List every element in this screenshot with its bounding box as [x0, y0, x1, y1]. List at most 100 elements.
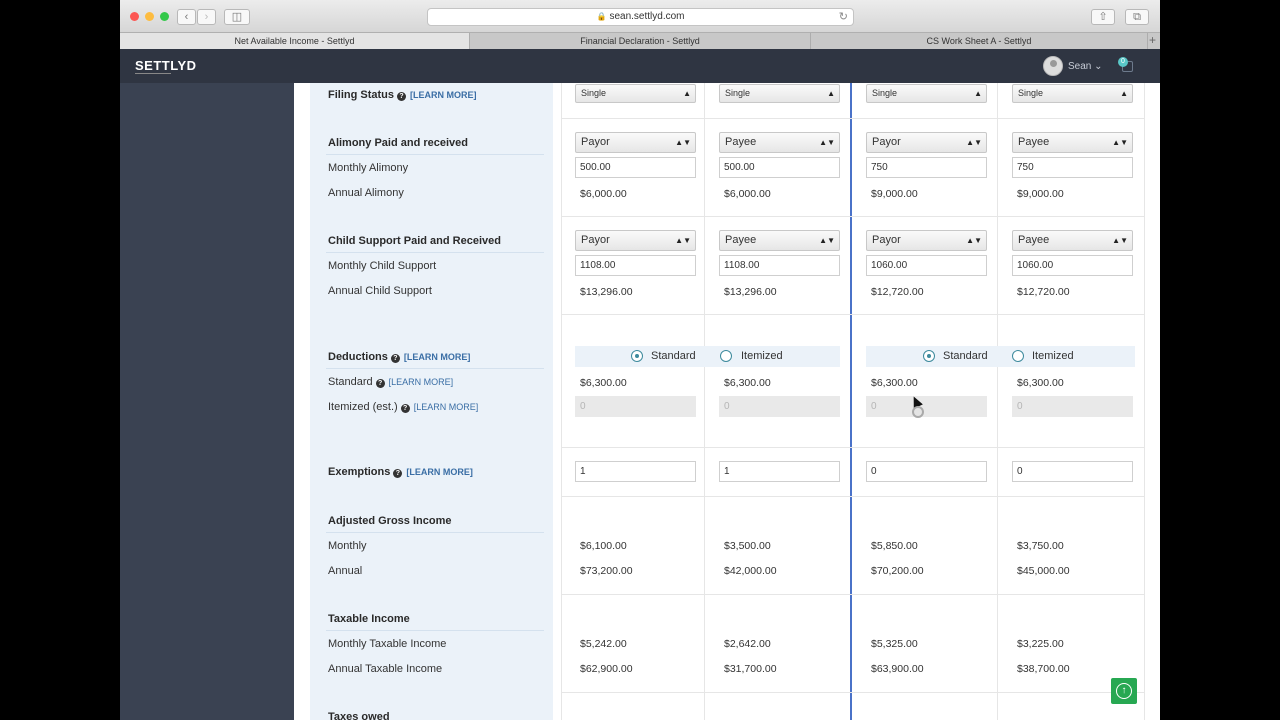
annual-taxable-value: $31,700.00 — [724, 663, 777, 675]
tab-net-available-income[interactable]: Net Available Income - Settlyd — [120, 33, 470, 49]
select-arrows-icon: ▲▼ — [675, 236, 691, 245]
alimony-role-select[interactable]: Payor ▲▼ — [866, 132, 987, 153]
annual-alimony-value: $6,000.00 — [724, 188, 771, 200]
user-name: Sean — [1068, 61, 1092, 72]
not-allowed-cursor-icon — [912, 406, 924, 418]
filing-status-select[interactable]: Single ▲ — [719, 84, 840, 103]
annual-taxable-value: $38,700.00 — [1017, 663, 1070, 675]
itemized-radio[interactable] — [1012, 350, 1024, 362]
itemized-deduction-input[interactable]: 0 — [719, 396, 840, 417]
monthly-child-support-input[interactable]: 1060.00 — [866, 255, 987, 276]
alimony-role-select[interactable]: Payee ▲▼ — [719, 132, 840, 153]
section-underline — [326, 630, 544, 631]
exemptions-input[interactable]: 1 — [575, 461, 696, 482]
standard-deduction-value: $6,300.00 — [580, 377, 627, 389]
section-underline — [326, 154, 544, 155]
maximize-window-button[interactable] — [160, 12, 169, 21]
reload-icon[interactable]: ↻ — [839, 9, 848, 25]
address-bar[interactable]: 🔒 sean.settlyd.com ↻ — [427, 8, 854, 26]
itemized-radio-label[interactable]: Itemized — [1032, 350, 1074, 362]
help-icon[interactable]: ? — [390, 354, 400, 363]
monthly-alimony-input[interactable]: 500.00 — [575, 157, 696, 178]
monthly-child-support-input[interactable]: 1108.00 — [575, 255, 696, 276]
close-window-button[interactable] — [130, 12, 139, 21]
standard-deduction-value: $6,300.00 — [724, 377, 771, 389]
notifications-button[interactable]: 0 — [1118, 57, 1133, 72]
arrow-up-icon: ↑ — [1116, 683, 1132, 699]
child-support-section-title: Child Support Paid and Received — [328, 235, 501, 247]
tab-financial-declaration[interactable]: Financial Declaration - Settlyd — [470, 33, 811, 49]
tabs-overview-icon[interactable]: ⧉ — [1125, 9, 1149, 25]
monthly-alimony-input[interactable]: 750 — [1012, 157, 1133, 178]
agi-monthly-value: $6,100.00 — [580, 540, 627, 552]
itemized-deduction-input[interactable]: 0 — [1012, 396, 1133, 417]
deductions-label: Deductions? [LEARN MORE] — [328, 351, 471, 363]
row-divider — [561, 496, 1144, 497]
child-support-role-select[interactable]: Payor ▲▼ — [575, 230, 696, 251]
child-support-role-select[interactable]: Payor ▲▼ — [866, 230, 987, 251]
back-arrow-icon[interactable]: ‹ — [177, 9, 196, 25]
annual-taxable-label: Annual Taxable Income — [328, 663, 443, 675]
notification-badge: 0 — [1118, 57, 1128, 67]
row-divider — [561, 216, 1144, 217]
alimony-role-select[interactable]: Payor ▲▼ — [575, 132, 696, 153]
select-arrows-icon: ▲ — [827, 89, 835, 98]
agi-section-title: Adjusted Gross Income — [328, 515, 452, 527]
standard-radio-label[interactable]: Standard — [651, 350, 696, 362]
settlyd-logo[interactable]: SETTLYD — [135, 58, 197, 73]
new-tab-icon[interactable]: + — [1149, 33, 1156, 48]
child-support-role-select[interactable]: Payee ▲▼ — [719, 230, 840, 251]
monthly-taxable-label: Monthly Taxable Income — [328, 638, 447, 650]
exemptions-input[interactable]: 1 — [719, 461, 840, 482]
tab-cs-work-sheet[interactable]: CS Work Sheet A - Settlyd — [811, 33, 1148, 49]
standard-deduction-value: $6,300.00 — [1017, 377, 1064, 389]
select-arrows-icon: ▲ — [974, 89, 982, 98]
deduction-type-radio-group: Standard Itemized — [866, 346, 1135, 367]
itemized-radio[interactable] — [720, 350, 732, 362]
help-icon[interactable]: ? — [397, 92, 406, 101]
exemptions-input[interactable]: 0 — [1012, 461, 1133, 482]
filing-status-select[interactable]: Single ▲ — [866, 84, 987, 103]
user-menu[interactable]: Sean ⌄ — [1068, 61, 1103, 72]
monthly-alimony-input[interactable]: 500.00 — [719, 157, 840, 178]
learn-more-link[interactable]: [LEARN MORE] — [389, 377, 454, 387]
avatar[interactable] — [1043, 56, 1063, 76]
standard-radio[interactable] — [631, 350, 643, 362]
learn-more-link[interactable]: [LEARN MORE] — [406, 467, 473, 477]
monthly-child-support-input[interactable]: 1060.00 — [1012, 255, 1133, 276]
learn-more-link[interactable]: [LEARN MORE] — [414, 402, 479, 412]
filing-status-select[interactable]: Single ▲ — [1012, 84, 1133, 103]
monthly-taxable-value: $5,325.00 — [871, 638, 918, 650]
standard-radio[interactable] — [923, 350, 935, 362]
annual-taxable-value: $62,900.00 — [580, 663, 633, 675]
column-divider — [561, 83, 562, 720]
standard-radio-label[interactable]: Standard — [943, 350, 988, 362]
share-icon[interactable]: ⇧ — [1091, 9, 1115, 25]
learn-more-link[interactable]: [LEARN MORE] — [410, 90, 477, 100]
filing-status-select[interactable]: Single ▲ — [575, 84, 696, 103]
forward-arrow-icon[interactable]: › — [197, 9, 216, 25]
exemptions-input[interactable]: 0 — [866, 461, 987, 482]
annual-child-support-value: $13,296.00 — [580, 286, 633, 298]
monthly-alimony-input[interactable]: 750 — [866, 157, 987, 178]
alimony-role-select[interactable]: Payee ▲▼ — [1012, 132, 1133, 153]
column-divider — [997, 83, 998, 720]
learn-more-link[interactable]: [LEARN MORE] — [404, 352, 471, 362]
help-icon[interactable]: ? — [375, 379, 385, 388]
help-icon[interactable]: ? — [393, 469, 403, 478]
help-icon[interactable]: ? — [400, 404, 410, 413]
select-arrows-icon: ▲▼ — [819, 138, 835, 147]
sidebar — [120, 83, 294, 720]
party-divider — [850, 83, 852, 720]
taxable-income-section-title: Taxable Income — [328, 613, 410, 625]
annual-taxable-value: $63,900.00 — [871, 663, 924, 675]
monthly-child-support-input[interactable]: 1108.00 — [719, 255, 840, 276]
scroll-to-top-button[interactable]: ↑ — [1111, 678, 1137, 704]
sidebar-toggle-icon[interactable]: ◫ — [224, 9, 250, 25]
child-support-role-select[interactable]: Payee ▲▼ — [1012, 230, 1133, 251]
lock-icon: 🔒 — [596, 12, 607, 21]
itemized-deduction-input[interactable]: 0 — [575, 396, 696, 417]
itemized-radio-label[interactable]: Itemized — [741, 350, 783, 362]
itemized-deduction-input[interactable]: 0 — [866, 396, 987, 417]
minimize-window-button[interactable] — [145, 12, 154, 21]
